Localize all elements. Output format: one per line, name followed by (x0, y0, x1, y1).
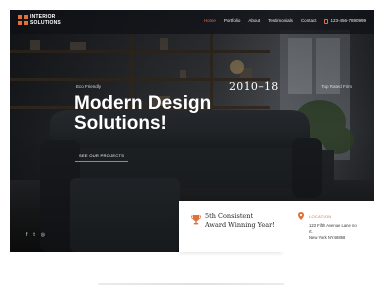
hero-headline-line1: Modern Design (74, 93, 212, 114)
nav-link-contact[interactable]: Contact (301, 18, 317, 24)
hero-years: 2010–18 (229, 80, 279, 93)
facebook-icon[interactable]: f (26, 232, 27, 238)
nav-link-testimonials[interactable]: Testimonials (268, 18, 293, 24)
location-card: LOCATION 123 Fifth Avenue Lane no rt. Ne… (282, 201, 374, 252)
page: INTERIOR SOLUTIONS Home Portfolio About … (0, 0, 381, 291)
nav-link-about[interactable]: About (248, 18, 260, 24)
location-label: LOCATION (309, 214, 332, 219)
nav-link-portfolio[interactable]: Portfolio (224, 18, 241, 24)
award-card: 5th Consistent Award Winning Year! (179, 201, 282, 252)
phone-icon (324, 18, 329, 24)
location-address-line3: New York NY46858 (309, 235, 346, 240)
trophy-icon (191, 215, 201, 225)
logo-mark-icon (18, 15, 28, 25)
see-projects-button[interactable]: SEE OUR PROJECTS (75, 151, 129, 162)
nav-phone-number: 123-456-7890999 (330, 18, 366, 23)
brand-logo[interactable]: INTERIOR SOLUTIONS (18, 14, 62, 29)
map-pin-icon (298, 212, 304, 220)
top-navigation: INTERIOR SOLUTIONS Home Portfolio About … (10, 10, 374, 34)
award-text: 5th Consistent Award Winning Year! (205, 212, 275, 229)
hero-eyebrow-left: Eco Friendly (76, 84, 102, 89)
twitter-icon[interactable]: t (33, 232, 34, 238)
nav-link-home[interactable]: Home (204, 18, 216, 24)
brand-name: INTERIOR SOLUTIONS (30, 14, 61, 26)
nav-menu: Home Portfolio About Testimonials Contac… (204, 18, 366, 24)
nav-phone-link[interactable]: 123-456-7890999 (324, 18, 366, 24)
section-heading-placeholder (98, 283, 284, 285)
brand-name-line2: SOLUTIONS (30, 19, 61, 26)
location-address: 123 Fifth Avenue Lane no rt. New York NY… (309, 223, 369, 241)
social-links: f t ◎ (26, 232, 45, 238)
hero-eyebrow-right: Top Rated Firm (321, 84, 352, 89)
instagram-icon[interactable]: ◎ (41, 232, 45, 238)
hero-headline: Modern Design Solutions! (74, 94, 274, 134)
hero-headline-line2: Solutions! (74, 113, 167, 134)
